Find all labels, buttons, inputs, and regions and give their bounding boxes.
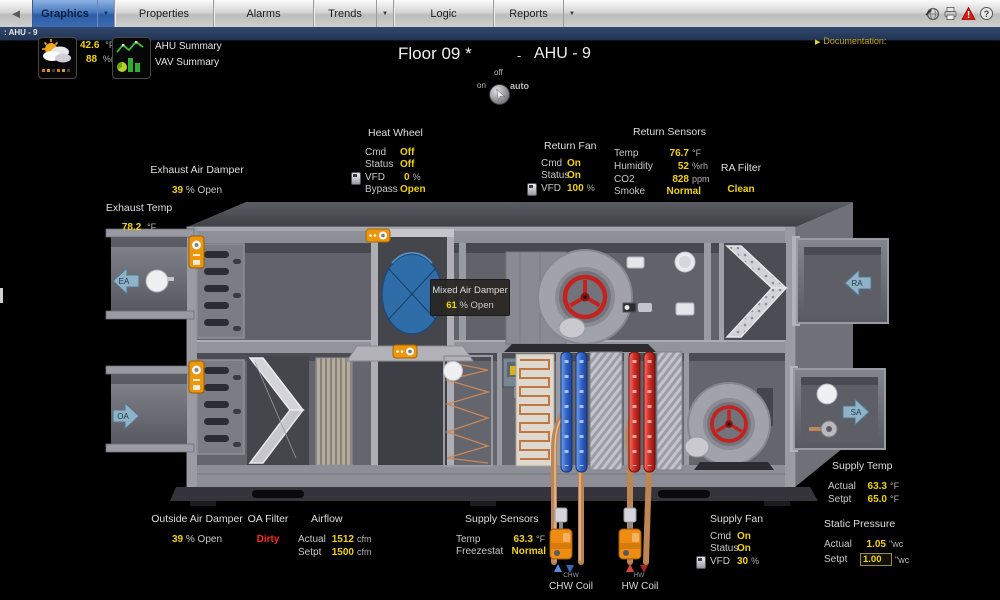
duct-ea: EA — [106, 229, 194, 319]
summary-widget[interactable] — [112, 37, 151, 79]
hw-tag: HW — [626, 572, 652, 579]
vfd-icon — [351, 172, 361, 185]
duct-sa: SA — [790, 366, 885, 452]
hoa-switch-knob[interactable] — [489, 84, 510, 105]
oa-label: OA — [117, 412, 129, 421]
current-page-tab[interactable]: : AHU - 9 — [4, 28, 37, 37]
doc-arrow-icon: ▶ — [815, 39, 820, 46]
exhaust-air-damper-panel: Exhaust Air Damper 39 % Open — [145, 164, 249, 196]
back-icon: ◄ — [10, 6, 23, 21]
menu-bar: ◄ Graphics ▼ Properties Alarms Trends ▼ … — [0, 0, 1000, 28]
return-fan-title: Return Fan — [544, 140, 597, 152]
hw-coil-label: HW Coil — [617, 581, 663, 592]
help-icon[interactable]: ? — [979, 6, 994, 21]
switch-off-label: off — [494, 68, 503, 77]
tab-graphics[interactable]: Graphics — [32, 0, 97, 27]
preheat-face-graphic — [316, 358, 352, 465]
switch-auto-label: auto — [510, 81, 529, 91]
exhaust-damper-graphic — [189, 236, 244, 338]
duct-oa: OA — [106, 366, 194, 452]
tab-trends-dropdown[interactable]: ▼ — [376, 0, 393, 27]
supply-temp-title: Supply Temp — [832, 460, 899, 472]
return-fan-panel: Return Fan CmdOn StatusOn VFD100% — [541, 140, 597, 195]
tab-alarms[interactable]: Alarms — [213, 0, 313, 27]
ea-sensor — [146, 270, 168, 292]
static-pressure-panel: Static Pressure Actual1.05"wc Setpt"wc — [824, 518, 909, 566]
chw-coil-graphic — [561, 352, 622, 472]
ra-filter-status: Clean — [727, 184, 754, 195]
chevron-down-icon: ▼ — [382, 11, 388, 17]
hw-valve-actuator — [619, 508, 641, 559]
hw-coil-graphic — [629, 352, 682, 472]
ra-filter-panel: RA Filter Clean — [712, 162, 770, 195]
outdoor-temp: 42.6 °F — [80, 40, 114, 51]
vav-summary-link[interactable]: VAV Summary — [155, 57, 219, 68]
chevron-down-icon: ▼ — [103, 11, 109, 17]
tab-reports[interactable]: Reports — [493, 0, 563, 27]
static-pressure-title: Static Pressure — [824, 518, 909, 530]
return-sensors-title: Return Sensors — [633, 126, 710, 138]
tab-graphics-dropdown[interactable]: ▼ — [97, 0, 114, 27]
ahu-summary-link[interactable]: AHU Summary — [155, 41, 222, 52]
ra-filter-title: RA Filter — [712, 162, 770, 174]
heat-wheel-panel: Heat Wheel CmdOff StatusOff VFD0% Bypass… — [365, 127, 426, 196]
oa-filter-graphic — [247, 356, 309, 465]
weather-icon — [39, 38, 74, 76]
oa-filter-panel: OA Filter Dirty — [239, 513, 297, 545]
vfd-icon — [696, 556, 706, 569]
documentation-link[interactable]: ▶Documentation: — [815, 36, 886, 46]
duct-ra: RA — [792, 236, 888, 326]
exhaust-temp-title: Exhaust Temp — [102, 202, 176, 214]
airflow-panel: Airflow Actual1512cfm Setpt1500cfm — [298, 513, 372, 559]
chevron-down-icon: ▼ — [569, 11, 575, 17]
tab-reports-dropdown[interactable]: ▼ — [563, 0, 580, 27]
chw-coil-label: CHW Coil — [546, 581, 596, 592]
weather-widget[interactable] — [38, 37, 77, 79]
sa-label: SA — [851, 408, 862, 417]
page-title-ahu: AHU - 9 — [534, 45, 591, 63]
mixed-air-damper-tooltip: Mixed Air Damper 61 % Open — [430, 279, 510, 316]
airflow-title: Airflow — [311, 513, 372, 525]
return-sensors-panel: Return Sensors Temp76.7°F Humidity52%rh … — [614, 126, 710, 198]
page-title-floor: Floor 09 * — [398, 44, 472, 64]
switch-on-label: on — [477, 81, 486, 90]
tab-trends[interactable]: Trends — [313, 0, 376, 27]
navigate-icon[interactable] — [925, 6, 940, 21]
chart-icon — [113, 38, 148, 76]
serpentine-coil-graphic — [516, 354, 554, 466]
outside-air-damper-title: Outside Air Damper — [145, 513, 249, 525]
vfd-icon — [527, 183, 537, 196]
ra-filter-graphic — [724, 243, 786, 340]
oa-filter-title: OA Filter — [239, 513, 297, 525]
exhaust-temp-panel: Exhaust Temp 78.2 °F — [102, 202, 176, 233]
ea-label: EA — [119, 277, 130, 286]
switch-pointer-icon — [490, 85, 509, 104]
sa-sensor — [817, 384, 837, 404]
supply-sensors-panel: Supply Sensors Temp63.3°F FreezestatNorm… — [456, 513, 546, 558]
back-button[interactable]: ◄ — [0, 0, 32, 27]
mixed-air-damper-title: Mixed Air Damper — [431, 285, 509, 296]
oa-filter-status: Dirty — [257, 534, 280, 545]
left-edge-marker — [0, 288, 3, 303]
exhaust-air-damper-title: Exhaust Air Damper — [145, 164, 249, 176]
tab-properties[interactable]: Properties — [114, 0, 213, 27]
static-pressure-setpoint-input[interactable] — [860, 553, 892, 566]
chw-tag: CHW — [558, 572, 584, 579]
toolbar-icons: ? — [925, 0, 1000, 27]
supply-sensors-title: Supply Sensors — [465, 513, 546, 525]
ahu-graphics-screen: ◄ Graphics ▼ Properties Alarms Trends ▼ … — [0, 0, 1000, 600]
svg-text:?: ? — [984, 9, 990, 19]
outside-air-damper-panel: Outside Air Damper 39 % Open — [145, 513, 249, 545]
ra-label: RA — [851, 279, 863, 288]
heat-wheel-title: Heat Wheel — [368, 127, 426, 139]
print-icon[interactable] — [943, 6, 958, 21]
supply-temp-panel: Supply Temp Actual63.3°F Setpt65.0°F — [828, 460, 899, 506]
tab-logic[interactable]: Logic — [393, 0, 493, 27]
alarm-icon[interactable] — [961, 6, 976, 21]
supply-fan-title: Supply Fan — [710, 513, 763, 525]
oa-damper-graphic — [189, 360, 244, 454]
page-title-separator: - — [517, 48, 521, 63]
supply-fan-panel: Supply Fan CmdOn StatusOn VFD30% — [710, 513, 763, 568]
